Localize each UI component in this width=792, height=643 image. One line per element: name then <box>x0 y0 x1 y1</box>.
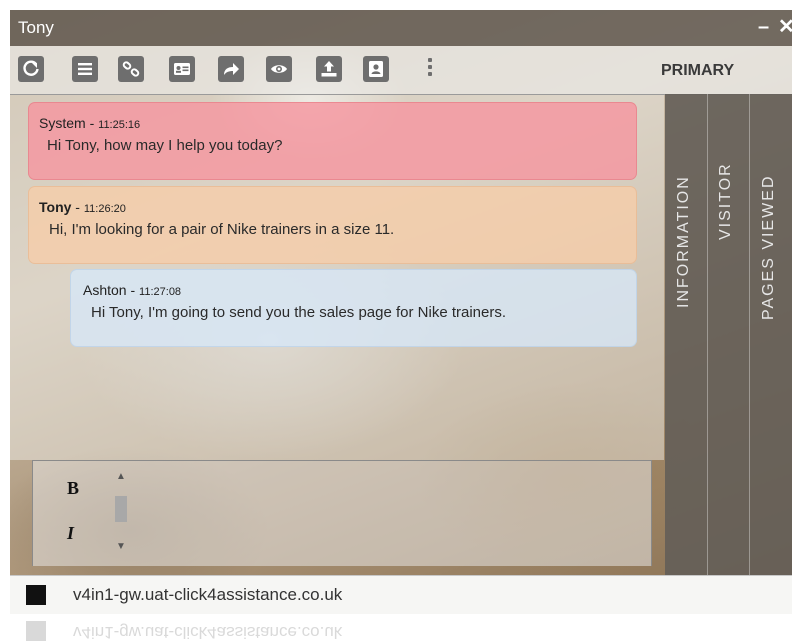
list-icon <box>78 63 92 75</box>
message-agent: Ashton - 11:27:08 Hi Tony, I'm going to … <box>70 269 637 347</box>
minimize-icon[interactable]: – <box>758 17 769 37</box>
italic-button[interactable]: I <box>67 523 74 544</box>
window-title: Tony <box>18 18 54 37</box>
message-customer: Tony - 11:26:20 Hi, I'm looking for a pa… <box>28 186 637 264</box>
tab-pages-viewed[interactable]: PAGES VIEWED <box>749 94 792 575</box>
scroll-up-icon[interactable]: ▲ <box>116 471 126 482</box>
status-indicator <box>26 585 46 605</box>
status-host: v4in1-gw.uat-click4assistance.co.uk <box>73 585 343 604</box>
message-time: 11:26:20 <box>83 203 126 215</box>
message-header: System - 11:25:16 <box>39 115 140 131</box>
user-badge-button[interactable] <box>363 56 389 82</box>
contact-card-icon <box>174 63 190 75</box>
message-header: Ashton - 11:27:08 <box>83 282 181 298</box>
message-text: Hi Tony, I'm going to send you the sales… <box>91 304 507 321</box>
status-bar: v4in1-gw.uat-click4assistance.co.uk <box>10 575 792 614</box>
separator: - <box>71 199 84 215</box>
tab-visitor-label: VISITOR <box>717 162 734 240</box>
sender-name: System <box>39 115 86 131</box>
message-header: Tony - 11:26:20 <box>39 199 126 215</box>
kebab-menu-icon[interactable] <box>427 58 433 80</box>
message-text: Hi Tony, how may I help you today? <box>47 137 283 154</box>
panel-label: PRIMARY <box>661 62 735 79</box>
reflection-square <box>26 621 46 641</box>
message-system: System - 11:25:16 Hi Tony, how may I hel… <box>28 102 637 180</box>
refresh-button[interactable] <box>18 56 44 82</box>
bold-button[interactable]: B <box>67 478 79 499</box>
message-text: Hi, I'm looking for a pair of Nike train… <box>49 221 395 238</box>
close-icon[interactable]: ✕ <box>778 17 792 37</box>
toolbar: PRIMARY <box>10 46 792 95</box>
forward-arrow-icon <box>224 63 239 75</box>
link-icon <box>122 61 140 77</box>
upload-button[interactable] <box>316 56 342 82</box>
view-button[interactable] <box>266 56 292 82</box>
separator: - <box>85 115 99 131</box>
scroll-down-icon[interactable]: ▼ <box>116 541 126 552</box>
sender-name: Tony <box>39 199 72 215</box>
transfer-button[interactable] <box>218 56 244 82</box>
user-badge-icon <box>369 61 383 77</box>
list-button[interactable] <box>72 56 98 82</box>
message-time: 11:25:16 <box>98 119 141 131</box>
eye-icon <box>271 65 287 73</box>
reflection-text: v4in1-gw.uat-click4assistance.co.uk <box>73 623 343 642</box>
status-reflection: v4in1-gw.uat-click4assistance.co.uk <box>10 613 792 643</box>
refresh-icon <box>23 60 39 76</box>
tab-information[interactable]: INFORMATION <box>665 94 708 575</box>
scroll-thumb[interactable] <box>115 496 127 522</box>
sender-name: Ashton <box>83 282 127 298</box>
tab-information-label: INFORMATION <box>675 175 692 308</box>
message-composer[interactable]: B I ▲ ▼ <box>32 460 652 566</box>
format-scrollbar[interactable]: ▲ ▼ <box>113 471 129 556</box>
tab-visitor[interactable]: VISITOR <box>707 94 750 575</box>
title-bar[interactable]: Tony – ✕ <box>10 10 792 46</box>
link-button[interactable] <box>118 56 144 82</box>
separator: - <box>126 282 140 298</box>
contact-card-button[interactable] <box>169 56 195 82</box>
side-tabs: INFORMATION VISITOR PAGES VIEWED <box>665 94 792 575</box>
upload-icon <box>321 61 337 77</box>
tab-pages-viewed-label: PAGES VIEWED <box>759 174 777 320</box>
message-time: 11:27:08 <box>139 286 182 298</box>
